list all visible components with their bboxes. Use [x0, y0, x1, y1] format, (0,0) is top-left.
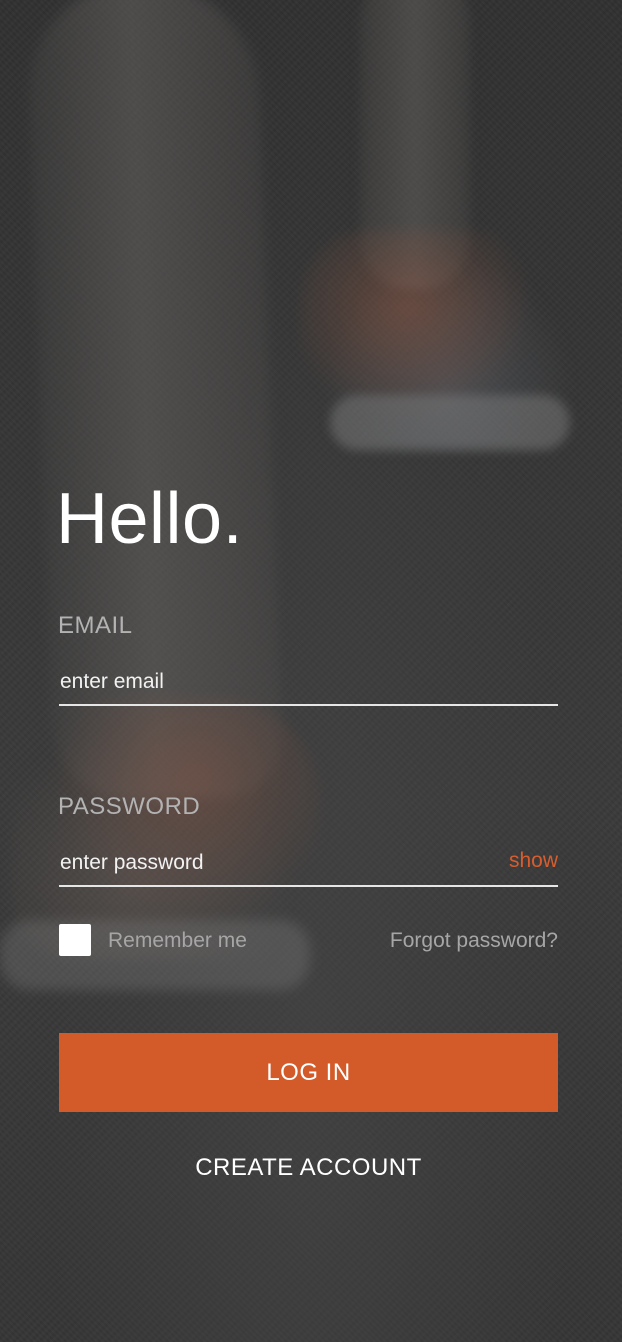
- show-password-toggle[interactable]: show: [509, 849, 558, 873]
- remember-me-checkbox[interactable]: [59, 924, 91, 956]
- email-label: EMAIL: [58, 612, 133, 639]
- email-input[interactable]: [59, 662, 480, 702]
- greeting-heading: Hello.: [56, 479, 244, 559]
- create-account-link[interactable]: CREATE ACCOUNT: [59, 1152, 558, 1184]
- login-form: Hello. EMAIL PASSWORD show Remember me F…: [0, 0, 622, 1342]
- password-label: PASSWORD: [58, 793, 201, 820]
- email-field: [59, 662, 558, 706]
- password-input[interactable]: [59, 843, 480, 883]
- login-screen: Hello. EMAIL PASSWORD show Remember me F…: [0, 0, 622, 1342]
- login-button[interactable]: LOG IN: [59, 1033, 558, 1112]
- password-field: show: [59, 843, 558, 887]
- forgot-password-link[interactable]: Forgot password?: [390, 927, 558, 955]
- remember-me-label[interactable]: Remember me: [108, 927, 247, 955]
